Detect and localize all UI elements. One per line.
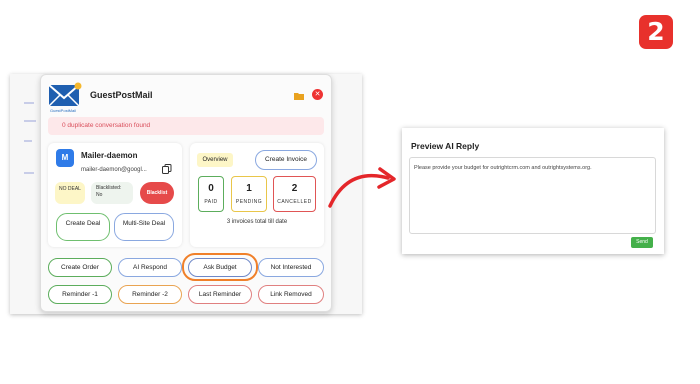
reminder-1-button[interactable]: Reminder -1 xyxy=(48,285,112,304)
deal-status-badge: NO DEAL xyxy=(55,182,85,204)
reminder-2-button[interactable]: Reminder -2 xyxy=(118,285,182,304)
avatar: M xyxy=(56,149,74,167)
preview-title: Preview AI Reply xyxy=(411,141,480,151)
cancelled-label: CANCELLED xyxy=(277,199,312,205)
blacklist-button[interactable]: Blacklist xyxy=(140,182,174,204)
copy-icon[interactable] xyxy=(162,164,172,174)
last-reminder-button[interactable]: Last Reminder xyxy=(188,285,252,304)
create-invoice-button[interactable]: Create Invoice xyxy=(255,150,317,170)
reply-text-area[interactable]: Please provide your budget for outrightc… xyxy=(409,157,656,234)
send-button[interactable]: Send xyxy=(631,237,653,248)
close-button[interactable]: ✕ xyxy=(312,89,323,100)
cancelled-invoices-stat: 2 CANCELLED xyxy=(273,176,316,212)
folder-icon[interactable] xyxy=(294,92,304,100)
duplicate-alert: 0 duplicate conversation found xyxy=(48,117,324,135)
blacklisted-status: Blacklisted: No xyxy=(91,182,133,204)
background-line xyxy=(24,102,34,104)
pending-label: PENDING xyxy=(235,199,263,205)
paid-count: 0 xyxy=(208,183,214,194)
link-removed-button[interactable]: Link Removed xyxy=(258,285,324,304)
blacklisted-value: No xyxy=(96,192,103,198)
invoice-summary: 3 invoices total till date xyxy=(226,219,288,225)
blacklisted-label: Blacklisted: xyxy=(96,185,122,191)
create-deal-button[interactable]: Create Deal xyxy=(56,213,110,241)
ai-respond-button[interactable]: AI Respond xyxy=(118,258,182,277)
app-title: GuestPostMail xyxy=(90,90,153,100)
step-number-badge: 2 xyxy=(639,15,673,49)
contact-email: mailer-daemon@googl... xyxy=(81,167,147,173)
overview-label: Overview xyxy=(197,153,233,167)
highlight-ring xyxy=(182,253,258,281)
background-line xyxy=(24,140,32,142)
pending-count: 1 xyxy=(246,183,252,194)
background-line xyxy=(24,172,34,174)
multi-site-deal-button[interactable]: Multi-Site Deal xyxy=(114,213,174,241)
logo-caption: GuestPostMail xyxy=(50,108,77,113)
create-order-button[interactable]: Create Order xyxy=(48,258,112,277)
cancelled-count: 2 xyxy=(291,183,298,194)
paid-invoices-stat: 0 PAID xyxy=(198,176,224,212)
background-line xyxy=(24,120,36,122)
not-interested-button[interactable]: Not Interested xyxy=(258,258,324,277)
contact-name: Mailer-daemon xyxy=(81,151,138,160)
pending-invoices-stat: 1 PENDING xyxy=(231,176,267,212)
curved-arrow-icon xyxy=(328,167,396,208)
paid-label: PAID xyxy=(204,199,218,205)
guestpostmail-logo-icon xyxy=(48,82,82,107)
